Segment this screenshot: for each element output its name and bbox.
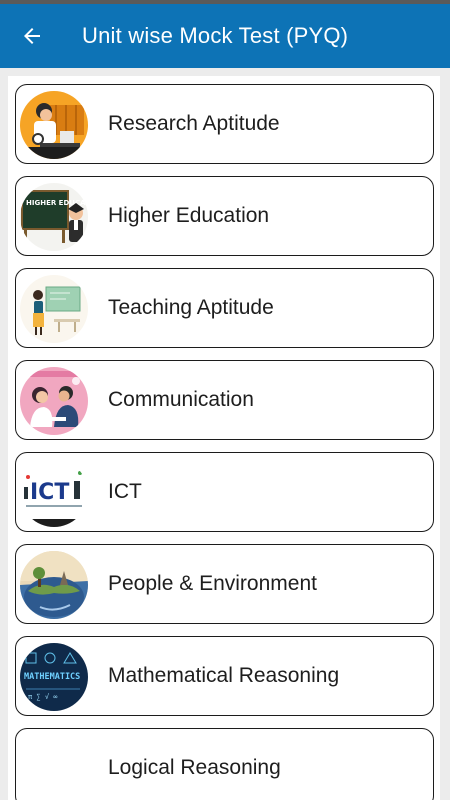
unit-label: People & Environment (108, 572, 317, 595)
unit-card-people-environment[interactable]: People & Environment (15, 544, 434, 624)
teaching-aptitude-illustration (20, 275, 88, 343)
unit-label: Higher Education (108, 204, 270, 227)
arrow-left-icon (24, 28, 40, 44)
unit-card-ict[interactable]: ICT ICT (15, 452, 434, 532)
page-title: Unit wise Mock Test (PYQ) (82, 23, 349, 48)
mathematics-illustration: MATHEMATICS π ∑ √ ∞ (20, 643, 88, 711)
unit-label: Communication (108, 388, 254, 411)
earth-illustration (20, 551, 88, 619)
research-aptitude-illustration (20, 91, 88, 159)
back-button[interactable] (0, 4, 64, 68)
ict-illustration: ICT (20, 459, 88, 527)
unit-card-teaching-aptitude[interactable]: Teaching Aptitude (15, 268, 434, 348)
unit-card-mathematical-reasoning[interactable]: MATHEMATICS π ∑ √ ∞ Mathematical Reasoni… (15, 636, 434, 716)
unit-list: Research Aptitude HIGHER EDUCATION Highe… (8, 76, 440, 800)
svg-text:π ∑ √ ∞: π ∑ √ ∞ (28, 693, 58, 701)
unit-label: Logical Reasoning (108, 756, 281, 779)
unit-card-communication[interactable]: Communication (15, 360, 434, 440)
unit-card-logical-reasoning[interactable]: Logical Reasoning (15, 728, 434, 800)
unit-label: Mathematical Reasoning (108, 664, 340, 687)
app-bar: Unit wise Mock Test (PYQ) (0, 4, 450, 68)
unit-label: ICT (108, 480, 142, 503)
communication-illustration (20, 367, 88, 435)
higher-education-illustration: HIGHER EDUCATION (20, 183, 88, 251)
mathematics-icon-text: MATHEMATICS (24, 672, 80, 682)
unit-card-higher-education[interactable]: HIGHER EDUCATION Higher Education (15, 176, 434, 256)
unit-label: Teaching Aptitude (108, 296, 274, 319)
unit-label: Research Aptitude (108, 112, 280, 135)
unit-card-research-aptitude[interactable]: Research Aptitude (15, 84, 434, 164)
ict-icon-text: ICT (30, 480, 69, 505)
